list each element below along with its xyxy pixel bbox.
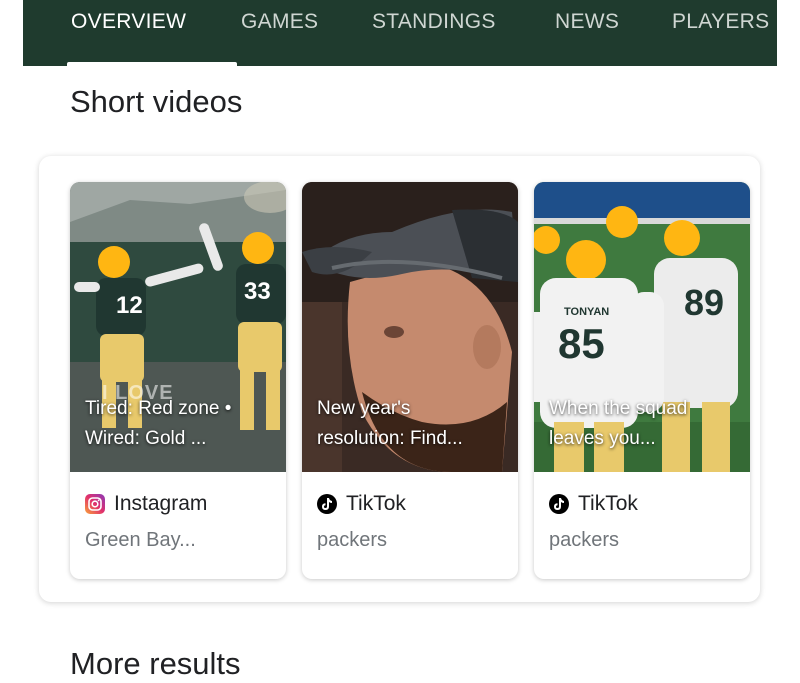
jersey-number: 89 xyxy=(684,282,725,323)
source-name: Instagram xyxy=(114,492,208,515)
short-videos-panel: 12 33 I LOVE Tired: Red zone • Wired: Go… xyxy=(39,156,760,602)
tab-standings[interactable]: STANDINGS xyxy=(372,10,496,34)
video-caption: When the squad leaves you... xyxy=(549,398,688,449)
active-tab-indicator xyxy=(67,62,237,66)
short-videos-heading: Short videos xyxy=(70,84,243,119)
tiktok-icon xyxy=(317,494,337,514)
video-source: Instagram xyxy=(85,491,207,517)
jersey-number: 33 xyxy=(244,278,271,305)
source-account: Green Bay... xyxy=(85,529,196,551)
video-source: TikTok xyxy=(317,491,406,517)
video-card-3[interactable]: TONYAN 85 89 When the squad leaves you..… xyxy=(534,182,750,579)
video-thumbnail-2[interactable]: New year's resolution: Find... xyxy=(302,182,518,472)
video-thumbnail-1[interactable]: 12 33 I LOVE Tired: Red zone • Wired: Go… xyxy=(70,182,286,472)
video-thumbnail-3[interactable]: TONYAN 85 89 When the squad leaves you..… xyxy=(534,182,750,472)
jersey-name: TONYAN xyxy=(564,306,610,318)
tiktok-icon xyxy=(549,494,569,514)
video-card-2[interactable]: New year's resolution: Find... TikTok pa… xyxy=(302,182,518,579)
source-name: TikTok xyxy=(578,492,638,515)
tab-overview[interactable]: OVERVIEW xyxy=(71,10,186,34)
video-source: TikTok xyxy=(549,491,638,517)
source-name: TikTok xyxy=(346,492,406,515)
jersey-number: 85 xyxy=(558,320,605,367)
tab-games[interactable]: GAMES xyxy=(241,10,318,34)
video-card-1[interactable]: 12 33 I LOVE Tired: Red zone • Wired: Go… xyxy=(70,182,286,579)
tab-news[interactable]: NEWS xyxy=(555,10,619,34)
instagram-icon xyxy=(85,494,105,514)
team-nav-bar: OVERVIEW GAMES STANDINGS NEWS PLAYERS xyxy=(23,0,777,66)
tab-players[interactable]: PLAYERS xyxy=(672,10,769,34)
source-account: packers xyxy=(317,529,388,551)
jersey-number: 12 xyxy=(116,292,143,319)
video-caption: New year's resolution: Find... xyxy=(317,398,463,449)
more-results-heading[interactable]: More results xyxy=(70,646,241,682)
video-caption: Tired: Red zone • Wired: Gold ... xyxy=(85,398,232,449)
source-account: packers xyxy=(549,529,620,551)
